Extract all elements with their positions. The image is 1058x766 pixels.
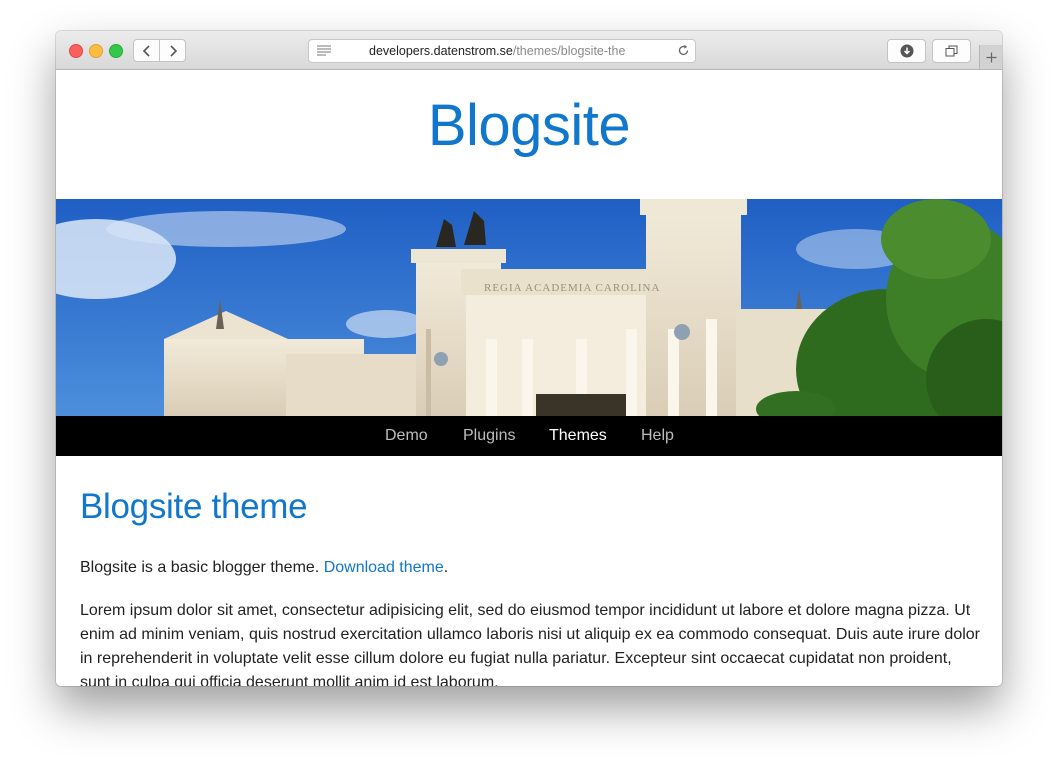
- nav-item-plugins[interactable]: Plugins: [463, 427, 515, 445]
- plus-icon: [986, 52, 997, 62]
- nav-item-themes[interactable]: Themes: [549, 427, 607, 445]
- address-bar[interactable]: developers.datenstrom.se/themes/blogsite…: [308, 39, 696, 63]
- page-content: Blogsite REGIA ACADEMIA CAROLINA Demo Pl…: [56, 70, 1002, 686]
- intro-text: Blogsite is a basic blogger theme.: [80, 559, 324, 576]
- page-heading[interactable]: Blogsite theme: [80, 487, 308, 527]
- tabs-icon: [945, 45, 958, 57]
- browser-toolbar: developers.datenstrom.se/themes/blogsite…: [56, 31, 1002, 70]
- site-navigation: Demo Plugins Themes Help: [56, 416, 1002, 456]
- show-tabs-button[interactable]: [932, 39, 971, 63]
- reload-icon[interactable]: [677, 44, 690, 57]
- hero-image: REGIA ACADEMIA CAROLINA: [56, 199, 1002, 416]
- browser-window: developers.datenstrom.se/themes/blogsite…: [56, 31, 1002, 686]
- intro-paragraph: Blogsite is a basic blogger theme. Downl…: [80, 559, 448, 577]
- new-tab-button[interactable]: [979, 45, 1002, 69]
- nav-item-help[interactable]: Help: [641, 427, 674, 445]
- back-icon: [142, 44, 150, 57]
- body-paragraph: Lorem ipsum dolor sit amet, consectetur …: [80, 602, 980, 686]
- url-text[interactable]: developers.datenstrom.se/themes/blogsite…: [369, 44, 635, 58]
- download-icon: [900, 44, 913, 58]
- history-buttons: [133, 39, 186, 62]
- download-theme-link[interactable]: Download theme: [324, 559, 444, 576]
- url-host: developers.datenstrom.se: [369, 44, 513, 58]
- zoom-window-button[interactable]: [109, 44, 123, 58]
- reader-icon[interactable]: [317, 45, 331, 56]
- forward-button[interactable]: [159, 40, 185, 61]
- minimize-window-button[interactable]: [89, 44, 103, 58]
- url-path: /themes/blogsite-the: [512, 44, 626, 58]
- hero-inscription: REGIA ACADEMIA CAROLINA: [484, 282, 660, 294]
- site-title[interactable]: Blogsite: [56, 92, 1002, 159]
- forward-icon: [169, 44, 177, 57]
- close-window-button[interactable]: [69, 44, 83, 58]
- back-button[interactable]: [134, 40, 159, 61]
- nav-item-demo[interactable]: Demo: [385, 427, 428, 445]
- downloads-button[interactable]: [887, 39, 926, 63]
- intro-end: .: [443, 559, 449, 576]
